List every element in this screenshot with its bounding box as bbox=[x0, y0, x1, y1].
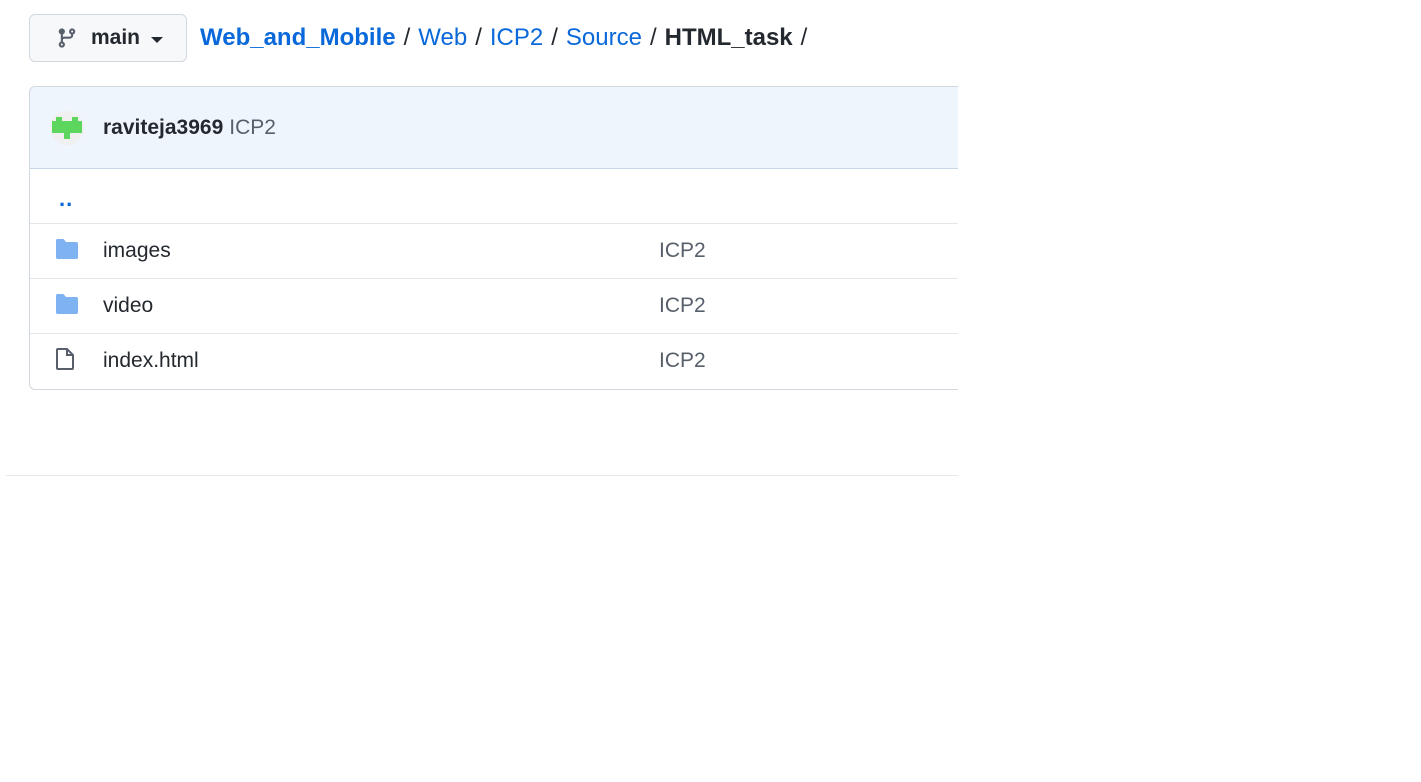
parent-directory-row[interactable]: .. bbox=[30, 169, 958, 223]
file-name-link[interactable]: index.html bbox=[103, 349, 199, 373]
commit-author-link[interactable]: raviteja3969 bbox=[103, 116, 223, 140]
breadcrumb-repo-link[interactable]: Web_and_Mobile bbox=[200, 24, 396, 52]
divider bbox=[6, 475, 958, 476]
breadcrumb: Web_and_Mobile / Web / ICP2 / Source / H… bbox=[200, 24, 815, 52]
branch-name: main bbox=[91, 26, 141, 49]
breadcrumb-link-source[interactable]: Source bbox=[566, 24, 642, 52]
file-name-link[interactable]: images bbox=[103, 239, 171, 263]
top-bar: main Web_and_Mobile / Web / ICP2 / Sourc… bbox=[29, 14, 815, 62]
file-name-link[interactable]: video bbox=[103, 294, 153, 318]
parent-directory-link[interactable]: .. bbox=[59, 188, 73, 210]
chevron-down-icon bbox=[151, 37, 164, 43]
file-icon bbox=[54, 347, 76, 376]
folder-icon bbox=[54, 238, 80, 265]
file-row-index-html[interactable]: index.html ICP2 bbox=[30, 333, 958, 388]
file-commit-message[interactable]: ICP2 bbox=[659, 349, 706, 373]
breadcrumb-link-web[interactable]: Web bbox=[418, 24, 467, 52]
breadcrumb-current: HTML_task bbox=[664, 24, 793, 51]
latest-commit-header: raviteja3969 ICP2 bbox=[30, 87, 958, 169]
breadcrumb-separator: / bbox=[551, 24, 558, 51]
avatar[interactable] bbox=[50, 110, 84, 145]
breadcrumb-separator: / bbox=[800, 24, 808, 51]
breadcrumb-separator: / bbox=[649, 24, 657, 51]
file-commit-message[interactable]: ICP2 bbox=[659, 239, 706, 263]
file-row-video[interactable]: video ICP2 bbox=[30, 278, 958, 333]
git-branch-icon bbox=[56, 27, 78, 49]
breadcrumb-separator: / bbox=[475, 24, 482, 51]
file-row-images[interactable]: images ICP2 bbox=[30, 223, 958, 278]
file-listing: raviteja3969 ICP2 .. images ICP2 video I… bbox=[29, 86, 958, 390]
file-commit-message[interactable]: ICP2 bbox=[659, 294, 706, 318]
commit-message[interactable]: ICP2 bbox=[229, 116, 276, 140]
breadcrumb-link-icp2[interactable]: ICP2 bbox=[490, 24, 543, 52]
breadcrumb-separator: / bbox=[403, 24, 411, 51]
folder-icon bbox=[54, 293, 80, 320]
branch-selector-button[interactable]: main bbox=[29, 14, 187, 62]
